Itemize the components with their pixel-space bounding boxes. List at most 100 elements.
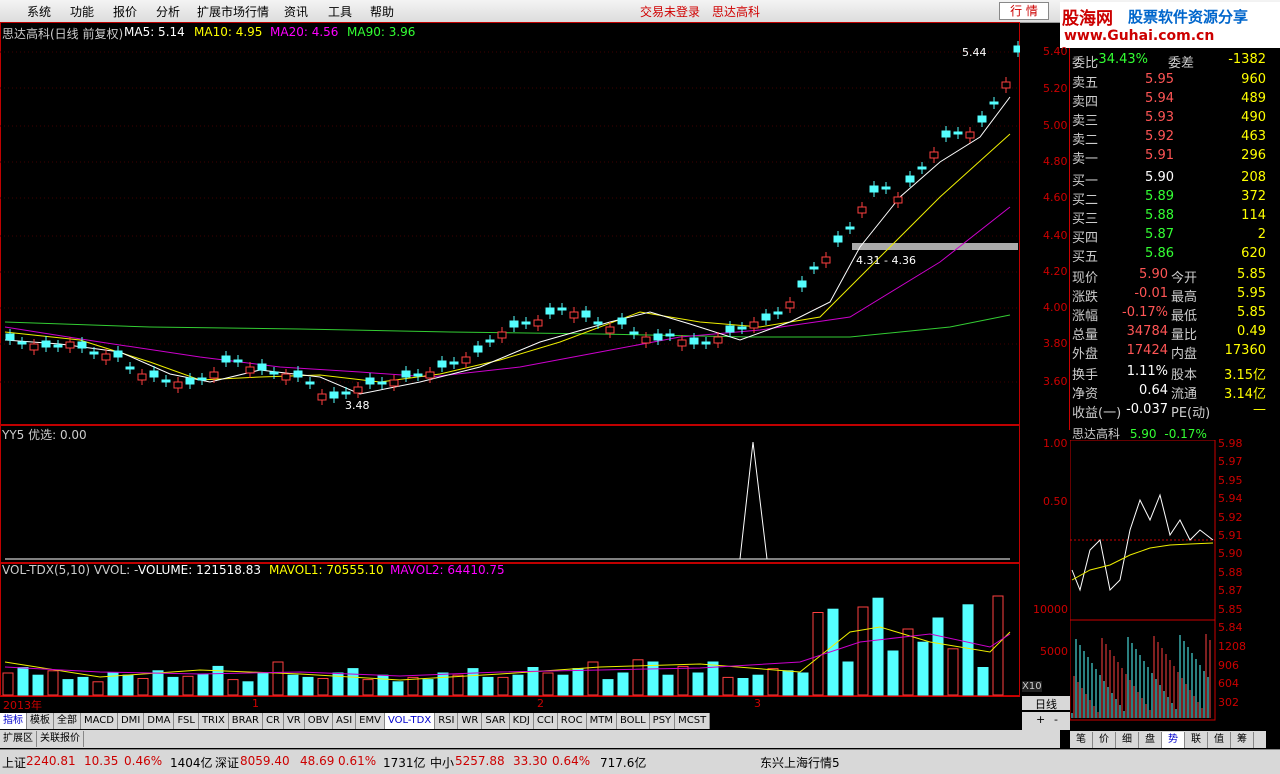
stat-value: 0.64 xyxy=(1139,383,1168,398)
candle xyxy=(89,351,99,355)
bid-row[interactable]: 买四 5.87 2 xyxy=(1072,227,1266,246)
candle xyxy=(497,331,507,339)
indicator-tab[interactable]: MACD xyxy=(81,713,118,729)
bid-volume: 114 xyxy=(1241,208,1266,223)
menu-system[interactable]: 系统 xyxy=(27,3,51,20)
menu-function[interactable]: 功能 xyxy=(70,3,94,20)
menu-info[interactable]: 资讯 xyxy=(284,3,308,20)
indicator-tab[interactable]: VOL-TDX xyxy=(384,713,436,729)
indicator-tab[interactable]: 全部 xyxy=(54,713,81,729)
ask-row[interactable]: 卖一 5.91 296 xyxy=(1072,148,1266,167)
y-tick: 4.00 xyxy=(1043,301,1068,314)
indicator-tab[interactable]: CCI xyxy=(533,713,558,729)
y-tick: 4.20 xyxy=(1043,265,1068,278)
mini-tab[interactable]: 筹 xyxy=(1231,732,1254,748)
ask-volume: 463 xyxy=(1241,129,1266,144)
ask-row[interactable]: 卖五 5.95 960 xyxy=(1072,72,1266,91)
candle xyxy=(905,175,915,183)
mini-tab[interactable]: 值 xyxy=(1208,732,1231,748)
volume-bar xyxy=(482,676,494,696)
stat-value: 5.90 xyxy=(1139,267,1168,282)
volume-bar xyxy=(32,674,44,696)
candle xyxy=(797,280,807,288)
zoom-controls[interactable]: + - xyxy=(1022,712,1070,730)
menu-tools[interactable]: 工具 xyxy=(328,3,352,20)
indicator-tab[interactable]: CR xyxy=(263,713,284,729)
bid-price: 5.89 xyxy=(1145,189,1174,204)
zoom-in-icon[interactable]: + xyxy=(1036,713,1045,726)
indicator-tab[interactable]: FSL xyxy=(174,713,199,729)
kline-chart[interactable]: 5.44 3.48 4.31 - 4.36 xyxy=(0,22,1020,426)
indicator-tab[interactable]: EMV xyxy=(356,713,385,729)
login-status[interactable]: 交易未登录 xyxy=(640,3,700,20)
candle xyxy=(197,377,207,381)
volume-bar xyxy=(137,678,149,696)
candle xyxy=(485,339,495,343)
stat-value: -0.037 xyxy=(1126,402,1168,417)
indicator-tab[interactable]: MCST xyxy=(675,713,711,729)
tab-related-quote[interactable]: 关联报价 xyxy=(37,731,84,747)
stat-label: 流通 xyxy=(1171,387,1198,402)
ask-row[interactable]: 卖二 5.92 463 xyxy=(1072,129,1266,148)
volume-bar xyxy=(737,678,749,696)
mini-intraday-chart[interactable] xyxy=(1070,440,1216,722)
candle xyxy=(113,350,123,358)
volume-bar xyxy=(377,674,389,696)
mini-tab[interactable]: 联 xyxy=(1185,732,1208,748)
menu-analysis[interactable]: 分析 xyxy=(156,3,180,20)
indicator-tab[interactable]: VR xyxy=(283,713,305,729)
mini-tab[interactable]: 笔 xyxy=(1070,732,1093,748)
bid-row[interactable]: 买三 5.88 114 xyxy=(1072,208,1266,227)
mini-tab[interactable]: 盘 xyxy=(1139,732,1162,748)
volume-bar xyxy=(317,678,329,696)
quote-tab-button[interactable]: 行 情 xyxy=(999,2,1049,20)
indicator-tab[interactable]: OBV xyxy=(304,713,333,729)
bid-row[interactable]: 买一 5.90 208 xyxy=(1072,170,1266,189)
volume-bar xyxy=(422,679,434,696)
brand-logo: 股海网 股票软件资源分享 www.Guhai.com.cn xyxy=(1060,2,1280,48)
indicator-tab[interactable]: BRAR xyxy=(228,713,263,729)
tab-extension[interactable]: 扩展区 xyxy=(0,731,37,747)
indicator-tab[interactable]: 指标 xyxy=(0,713,27,729)
stat-label: 最高 xyxy=(1171,290,1198,305)
menu-ext-market[interactable]: 扩展市场行情 xyxy=(197,3,269,20)
indicator-tab[interactable]: ASI xyxy=(333,713,357,729)
volume-bar xyxy=(77,676,89,696)
candle xyxy=(245,366,255,374)
indicator-tab[interactable]: KDJ xyxy=(509,713,534,729)
indicator-tab[interactable]: WR xyxy=(458,713,483,729)
volume-bar xyxy=(452,674,464,696)
zoom-out-icon[interactable]: - xyxy=(1054,713,1058,726)
indicator-tab[interactable]: RSI xyxy=(435,713,459,729)
indicator-tab[interactable]: PSY xyxy=(649,713,676,729)
sh-change: 10.35 xyxy=(84,754,119,768)
bid-row[interactable]: 买二 5.89 372 xyxy=(1072,189,1266,208)
stat-label: 内盘 xyxy=(1171,347,1198,362)
menu-quote[interactable]: 报价 xyxy=(113,3,137,20)
stat-label: 净资 xyxy=(1072,387,1099,402)
indicator-tab[interactable]: 模板 xyxy=(27,713,54,729)
mini-tab[interactable]: 价 xyxy=(1093,732,1116,748)
period-selector[interactable]: 日线 xyxy=(1022,696,1070,711)
volume-bar xyxy=(617,672,629,696)
mini-tab[interactable]: 势 xyxy=(1162,732,1185,748)
ask-label: 卖五 xyxy=(1072,76,1099,91)
bid-row[interactable]: 买五 5.86 620 xyxy=(1072,246,1266,265)
ask-price: 5.93 xyxy=(1145,110,1174,125)
ask-volume: 296 xyxy=(1241,148,1266,163)
indicator-tab[interactable]: MTM xyxy=(586,713,617,729)
indicator-tab[interactable]: DMA xyxy=(144,713,175,729)
indicator-tab[interactable]: ROC xyxy=(557,713,587,729)
ask-row[interactable]: 卖三 5.93 490 xyxy=(1072,110,1266,129)
indicator-tab[interactable]: DMI xyxy=(117,713,145,729)
candle xyxy=(701,341,711,345)
indicator-tab[interactable]: TRIX xyxy=(198,713,229,729)
ask-row[interactable]: 卖四 5.94 489 xyxy=(1072,91,1266,110)
indicator-tab[interactable]: SAR xyxy=(482,713,510,729)
mini-tab[interactable]: 细 xyxy=(1116,732,1139,748)
volume-bar xyxy=(512,674,524,696)
candle xyxy=(473,345,483,353)
indicator-tab[interactable]: BOLL xyxy=(616,713,650,729)
volume-bar xyxy=(2,672,14,696)
menu-help[interactable]: 帮助 xyxy=(370,3,394,20)
